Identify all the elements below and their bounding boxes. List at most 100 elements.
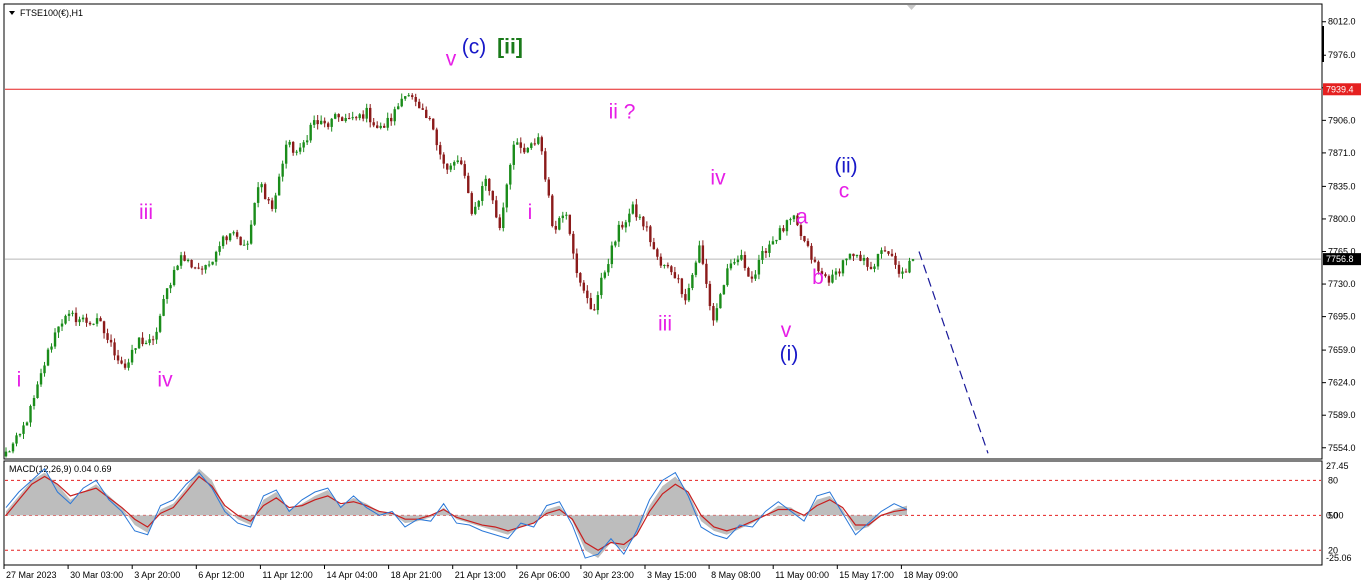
candle-body xyxy=(393,109,396,122)
candle-body xyxy=(95,318,99,324)
candle-body xyxy=(754,274,757,279)
candle-body xyxy=(397,106,400,110)
macd-axis: 80502027.450.00-25.06 xyxy=(1326,461,1352,563)
candle-body xyxy=(232,232,235,234)
wave-label: iii xyxy=(658,313,672,336)
candle-body xyxy=(172,269,176,286)
candle-body xyxy=(516,142,519,145)
time-tick-label: 6 Apr 12:00 xyxy=(198,570,244,580)
candle-body xyxy=(354,117,358,119)
candle-body xyxy=(295,151,298,153)
time-tick-label: 14 Apr 04:00 xyxy=(327,570,378,580)
candle-body xyxy=(733,262,736,264)
candle-body xyxy=(610,245,614,265)
candle-body xyxy=(78,319,81,323)
candle-body xyxy=(400,98,403,107)
candle-body xyxy=(326,123,330,127)
candle-body xyxy=(561,215,565,219)
candle-body xyxy=(684,294,687,301)
candle-body xyxy=(106,333,109,340)
time-tick-label: 15 May 17:00 xyxy=(839,570,894,580)
candle-body xyxy=(274,195,277,209)
time-tick-label: 30 Apr 23:00 xyxy=(583,570,634,580)
candle-body xyxy=(551,195,554,227)
candle-body xyxy=(708,283,712,307)
candle-body xyxy=(533,143,536,145)
time-tick-label: 18 May 09:00 xyxy=(903,570,958,580)
candle-body xyxy=(330,118,333,127)
candle-body xyxy=(263,184,267,200)
candle-body xyxy=(169,285,172,289)
price-tick-label: 7695.0 xyxy=(1328,312,1356,322)
candle-body xyxy=(495,200,498,218)
candle-body xyxy=(67,313,71,316)
candle-body xyxy=(162,298,165,316)
candle-body xyxy=(558,218,561,230)
candle-body xyxy=(281,163,284,177)
candle-body xyxy=(705,263,708,284)
candle-body xyxy=(186,259,190,261)
candle-body xyxy=(344,118,347,122)
candle-body xyxy=(771,241,775,245)
candle-body xyxy=(638,216,642,218)
candle-body xyxy=(547,179,550,196)
candle-body xyxy=(848,253,852,259)
candle-body xyxy=(249,224,253,244)
candle-body xyxy=(911,259,915,261)
candle-body xyxy=(200,268,204,270)
candle-body xyxy=(467,175,470,194)
chart-window[interactable]: FTSE100(€),H1 MACD(12,26,9) 0.04 0.69 80… xyxy=(0,0,1366,588)
candle-body xyxy=(642,216,645,227)
candle-body xyxy=(505,184,508,208)
candle-body xyxy=(309,124,312,141)
candle-body xyxy=(183,255,186,261)
candle-body xyxy=(831,274,834,283)
candle-body xyxy=(855,254,859,257)
candle-body xyxy=(866,257,869,267)
candle-body xyxy=(361,114,365,119)
candle-body xyxy=(813,259,817,262)
time-tick-label: 30 Mar 03:00 xyxy=(70,570,123,580)
candle-body xyxy=(151,339,155,341)
candle-body xyxy=(242,244,246,246)
candle-body xyxy=(673,272,677,279)
candle-body xyxy=(845,258,848,261)
candle-body xyxy=(193,267,197,269)
candle-body xyxy=(498,217,501,229)
candle-body xyxy=(421,108,424,110)
wave-label: v xyxy=(446,47,457,70)
candle-body xyxy=(386,117,389,128)
candle-body xyxy=(876,253,880,267)
candle-body xyxy=(859,254,862,261)
candle-body xyxy=(530,143,533,148)
price-tick-label: 7835.0 xyxy=(1328,181,1356,191)
candle-body xyxy=(589,298,593,310)
candle-body xyxy=(57,326,60,333)
candle-body xyxy=(488,178,491,191)
candle-body xyxy=(333,114,337,119)
candle-body xyxy=(635,204,638,218)
candle-body xyxy=(260,184,263,188)
candle-body xyxy=(29,405,32,423)
candle-body xyxy=(624,222,628,228)
candle-body xyxy=(109,339,113,343)
price-tick-label: 7906.0 xyxy=(1328,115,1356,125)
candle-body xyxy=(53,332,57,347)
candle-body xyxy=(803,236,806,242)
candle-body xyxy=(442,154,445,164)
candle-body xyxy=(32,397,36,406)
wave-label: ii ? xyxy=(609,100,636,123)
price-chart-frame[interactable] xyxy=(3,3,1323,460)
candle-body xyxy=(218,246,221,252)
candle-body xyxy=(778,228,782,240)
candle-body xyxy=(92,323,95,325)
candle-body xyxy=(883,250,887,252)
candle-body xyxy=(291,141,295,153)
wave-label: i xyxy=(17,368,22,391)
candle-body xyxy=(502,207,505,229)
candle-body xyxy=(316,120,319,125)
macd-tick-label: -25.06 xyxy=(1326,553,1352,563)
candle-body xyxy=(663,264,666,266)
resistance-price-label: 7939.4 xyxy=(1326,84,1354,94)
macd-level-label: 80 xyxy=(1328,475,1338,485)
